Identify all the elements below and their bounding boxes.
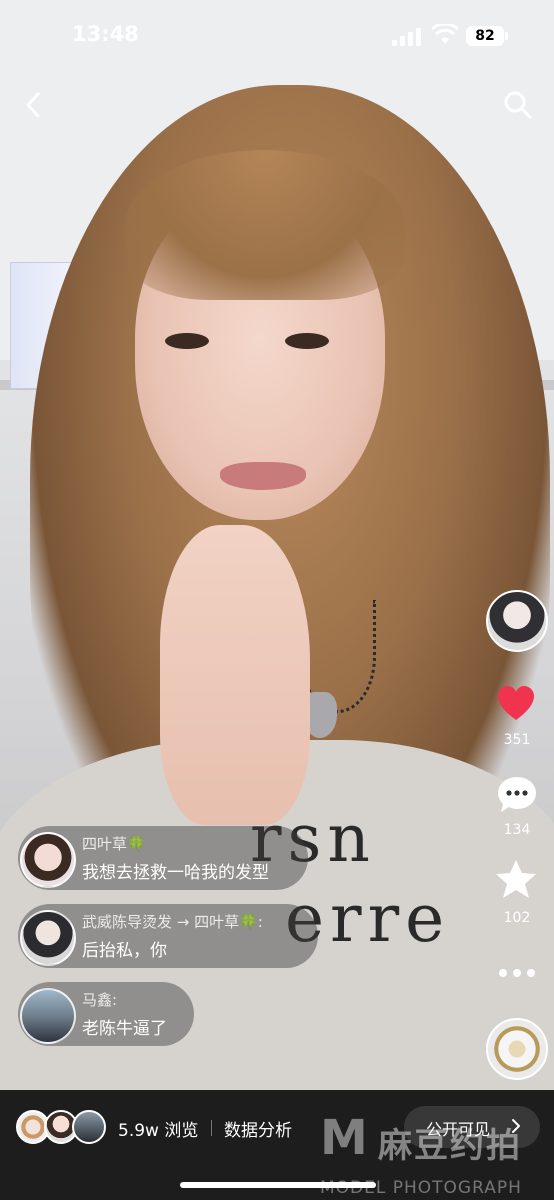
music-disc[interactable] — [486, 1018, 548, 1080]
back-icon[interactable] — [18, 88, 52, 122]
star-icon[interactable] — [494, 858, 538, 902]
viewer-avatar[interactable] — [72, 1110, 106, 1144]
search-icon[interactable] — [500, 88, 534, 122]
visibility-label: 公开可见 — [426, 1120, 491, 1139]
home-indicator[interactable] — [180, 1182, 376, 1188]
chevron-right-icon — [512, 1119, 520, 1133]
comment-item[interactable]: 马鑫: 老陈牛逼了 — [18, 982, 194, 1046]
eye — [165, 333, 209, 349]
commenter-name: 武威陈导烫发 → 四叶草🍀: — [82, 913, 263, 931]
watermark-subtext: MODEL PHOTOGRAPH — [320, 1178, 522, 1198]
commenter-avatar[interactable] — [20, 910, 76, 966]
battery-tip — [505, 32, 508, 40]
heart-icon[interactable] — [496, 684, 536, 724]
comment-item[interactable]: 四叶草🍀 我想去拯救一哈我的发型 — [18, 826, 308, 890]
battery-indicator: 82 — [466, 26, 504, 46]
clock: 13:48 — [72, 22, 139, 46]
comment-text: 老陈牛逼了 — [82, 1019, 167, 1039]
lips — [220, 462, 306, 490]
eye — [285, 333, 329, 349]
comment-count: 134 — [503, 822, 531, 838]
visibility-button[interactable]: 公开可见 — [404, 1106, 540, 1148]
favorite-count: 102 — [503, 910, 531, 926]
comment-text: 后抬私，你 — [82, 941, 167, 961]
commenter-avatar[interactable] — [20, 988, 76, 1044]
commenter-avatar[interactable] — [20, 832, 76, 888]
commenter-name: 四叶草🍀 — [82, 835, 146, 853]
commenter-name: 马鑫: — [82, 991, 118, 1009]
wifi-icon — [432, 24, 458, 44]
more-icon[interactable] — [497, 966, 537, 980]
hand — [160, 525, 310, 825]
comment-text: 我想去拯救一哈我的发型 — [82, 863, 269, 883]
author-avatar[interactable] — [486, 590, 548, 652]
comment-icon[interactable] — [496, 775, 538, 815]
data-analysis-link[interactable]: 数据分析 — [224, 1116, 292, 1141]
signal-icon — [392, 28, 422, 46]
divider — [211, 1120, 212, 1136]
watermark-logo: M — [320, 1110, 368, 1166]
comment-item[interactable]: 武威陈导烫发 → 四叶草🍀: 后抬私，你 — [18, 904, 318, 968]
status-bar: 13:48 82 — [0, 0, 554, 70]
view-count[interactable]: 5.9w 浏览 — [118, 1116, 198, 1141]
like-count: 351 — [503, 732, 531, 748]
bangs — [125, 150, 405, 300]
